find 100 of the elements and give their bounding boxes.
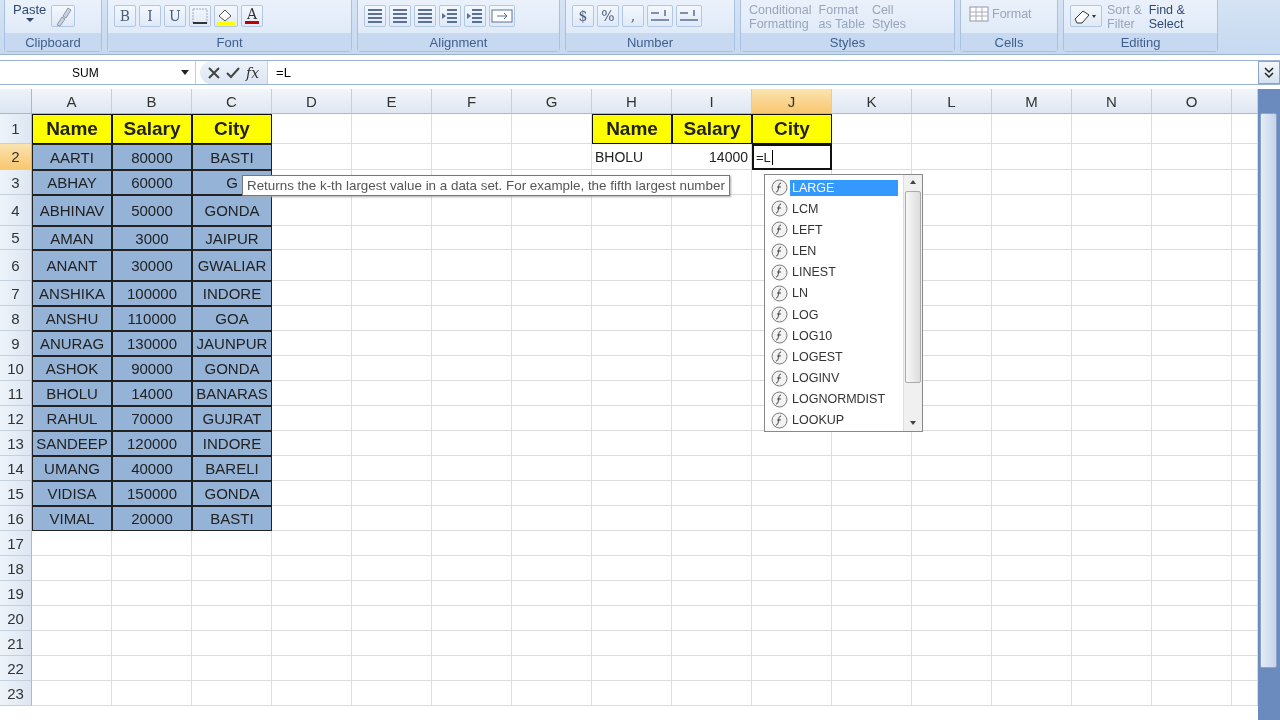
row-header[interactable]: 18 [0,556,32,581]
sheet-cell[interactable] [1072,331,1152,356]
sheet-cell[interactable] [992,431,1072,456]
sheet-cell[interactable] [512,306,592,331]
function-item[interactable]: LOOKUP [790,412,898,429]
sheet-cell[interactable] [512,356,592,381]
sheet-cell[interactable] [512,606,592,631]
sheet-cell[interactable] [112,656,192,681]
column-header[interactable]: M [992,89,1072,114]
column-header[interactable]: F [432,89,512,114]
sheet-cell[interactable] [752,581,832,606]
sheet-cell[interactable] [1152,306,1232,331]
sheet-cell[interactable] [432,681,512,706]
sheet-cell[interactable] [432,631,512,656]
toolbar-button[interactable]: B [114,5,136,27]
sheet-cell[interactable] [1152,656,1232,681]
sheet-cell[interactable] [672,331,752,356]
sheet-cell[interactable] [1072,406,1152,431]
row-header[interactable]: 12 [0,406,32,431]
sheet-cell[interactable] [752,681,832,706]
sheet-cell[interactable] [512,556,592,581]
row-header[interactable]: 14 [0,456,32,481]
sheet-cell[interactable] [432,431,512,456]
sheet-cell[interactable] [752,481,832,506]
sheet-cell[interactable] [1152,506,1232,531]
sheet-cell[interactable] [672,381,752,406]
sheet-cell[interactable] [592,581,672,606]
sheet-cell[interactable] [432,381,512,406]
sheet-cell[interactable] [1072,381,1152,406]
sheet-cell[interactable] [832,681,912,706]
sheet-cell[interactable] [832,506,912,531]
sheet-cell[interactable] [32,606,112,631]
sheet-cell[interactable] [32,681,112,706]
row-header[interactable]: 21 [0,631,32,656]
sheet-cell[interactable] [1072,581,1152,606]
sheet-cell[interactable] [752,656,832,681]
sheet-cell[interactable] [352,406,432,431]
sheet-cell[interactable] [1072,681,1152,706]
sheet-cell[interactable] [912,581,992,606]
sheet-cell[interactable] [1152,144,1232,170]
sheet-cell[interactable] [832,631,912,656]
row-header[interactable]: 11 [0,381,32,406]
sheet-cell[interactable] [32,656,112,681]
column-header[interactable]: L [912,89,992,114]
sheet-cell[interactable] [432,114,512,144]
sheet-cell[interactable] [512,531,592,556]
sheet-cell[interactable] [272,681,352,706]
sheet-cell[interactable] [912,456,992,481]
sheet-cell[interactable] [512,281,592,306]
row-header[interactable]: 17 [0,531,32,556]
sheet-cell[interactable] [832,531,912,556]
sheet-cell[interactable] [912,656,992,681]
sheet-cell[interactable] [352,356,432,381]
cancel-icon[interactable] [208,66,220,79]
sheet-cell[interactable] [512,226,592,250]
sheet-cell[interactable] [432,406,512,431]
function-item[interactable]: LN [790,285,898,302]
sheet-cell[interactable] [272,631,352,656]
sheet-cell[interactable] [1152,195,1232,226]
sheet-cell[interactable] [1072,506,1152,531]
sheet-cell[interactable] [1152,556,1232,581]
sheet-cell[interactable] [992,406,1072,431]
sheet-cell[interactable] [992,250,1072,281]
insert-function-button[interactable]: fx [246,64,260,81]
font-color-button[interactable]: A [241,5,263,27]
sheet-cell[interactable] [672,306,752,331]
column-header[interactable]: J [752,89,832,114]
sheet-cell[interactable] [992,381,1072,406]
sheet-cell[interactable] [1152,631,1232,656]
row-header[interactable]: 13 [0,431,32,456]
sheet-cell[interactable] [1152,281,1232,306]
sheet-cell[interactable] [192,556,272,581]
sheet-cell[interactable] [992,306,1072,331]
sheet-cell[interactable] [592,356,672,381]
row-header[interactable]: 15 [0,481,32,506]
sheet-cell[interactable] [352,481,432,506]
sheet-cell[interactable] [432,481,512,506]
sheet-cell[interactable] [752,631,832,656]
sheet-cell[interactable] [672,631,752,656]
sheet-cell[interactable] [592,631,672,656]
sheet-cell[interactable] [1152,681,1232,706]
toolbar-button[interactable]: , [622,5,644,27]
sheet-cell[interactable] [1152,381,1232,406]
sheet-cell[interactable] [432,250,512,281]
sheet-cell[interactable] [992,581,1072,606]
row-header[interactable]: 3 [0,170,32,195]
row-header[interactable]: 19 [0,581,32,606]
scroll-thumb[interactable] [905,191,921,383]
sheet-cell[interactable] [1152,531,1232,556]
sheet-cell[interactable] [992,226,1072,250]
function-item[interactable]: LOG [790,306,898,323]
sheet-cell[interactable] [832,556,912,581]
sheet-cell[interactable] [512,506,592,531]
sheet-cell[interactable] [832,656,912,681]
sheet-cell[interactable] [592,250,672,281]
toolbar-button[interactable] [1070,5,1102,27]
sheet-cell[interactable] [1152,170,1232,195]
row-header[interactable]: 7 [0,281,32,306]
sheet-cell[interactable] [1072,606,1152,631]
sheet-cell[interactable] [112,556,192,581]
